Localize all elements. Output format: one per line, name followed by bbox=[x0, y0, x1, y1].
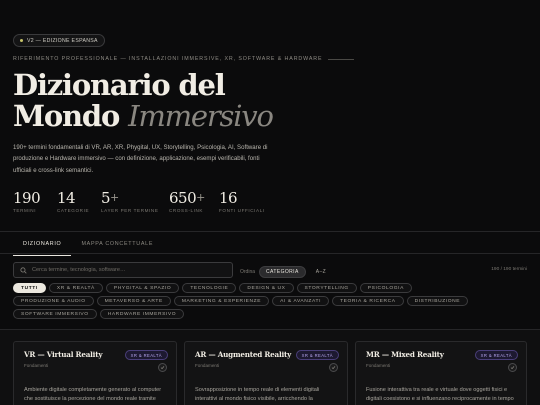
stat-layers: 5+ LAYER PER TERMINE bbox=[101, 190, 169, 213]
title-line-1: Dizionario del bbox=[13, 68, 226, 102]
sort-label: Ordina bbox=[240, 269, 256, 275]
page-title: Dizionario del Mondo Immersivo bbox=[13, 68, 274, 133]
sort-by-category-button[interactable]: CATEGORIA bbox=[259, 266, 306, 278]
stat-number: 16 bbox=[219, 189, 238, 207]
search-input[interactable] bbox=[32, 267, 222, 273]
chip-ai-avanzati[interactable]: AI & AVANZATI bbox=[272, 296, 330, 306]
term-definition: Fusione interattiva tra reale e virtuale… bbox=[366, 387, 514, 405]
chip-software-immersivo[interactable]: SOFTWARE IMMERSIVO bbox=[13, 309, 97, 319]
stat-sources: 16 FONTI UFFICIALI bbox=[219, 189, 265, 213]
search-icon bbox=[20, 266, 27, 274]
term-category: Fondamenti bbox=[195, 363, 220, 368]
chip-metaverso-arte[interactable]: METAVERSO & ARTE bbox=[96, 296, 171, 306]
stat-categories: 14 CATEGORIE bbox=[57, 190, 101, 213]
intro-text: 190+ termini fondamentali di VR, AR, XR,… bbox=[13, 144, 268, 174]
category-filter-chips: TUTTI XR & REALTÀ PHYGITAL & SPAZIO TECN… bbox=[13, 283, 483, 319]
chip-phygital-spazio[interactable]: PHYGITAL & SPAZIO bbox=[105, 283, 180, 293]
stat-terms: 190 TERMINI bbox=[13, 190, 57, 213]
term-category: Fondamenti bbox=[366, 363, 391, 368]
term-category: Fondamenti bbox=[24, 363, 49, 368]
stat-crosslinks: 650+ CROSS-LINK bbox=[169, 190, 219, 213]
term-tag: XR & REALTÀ bbox=[474, 350, 518, 360]
results-count: 190 / 190 termini bbox=[491, 267, 527, 272]
chip-storytelling[interactable]: STORYTELLING bbox=[296, 283, 357, 293]
check-icon[interactable] bbox=[158, 363, 167, 372]
chip-tecnologie[interactable]: TECNOLOGIE bbox=[182, 283, 237, 293]
subtitle-rule bbox=[328, 58, 355, 60]
chip-distribuzione[interactable]: DISTRIBUZIONE bbox=[406, 296, 469, 306]
chip-teoria-ricerca[interactable]: TEORIA & RICERCA bbox=[332, 296, 404, 306]
stat-label: TERMINI bbox=[13, 208, 37, 213]
check-icon[interactable] bbox=[329, 363, 338, 372]
chip-xr-realta[interactable]: XR & REALTÀ bbox=[48, 283, 103, 293]
status-dot-icon bbox=[20, 39, 23, 42]
sort-alphabetical-button[interactable]: A–Z bbox=[310, 267, 332, 277]
check-icon[interactable] bbox=[508, 363, 517, 372]
page-subtitle: RIFERIMENTO PROFESSIONALE — INSTALLAZION… bbox=[13, 56, 323, 62]
subtitle-row: RIFERIMENTO PROFESSIONALE — INSTALLAZION… bbox=[13, 56, 355, 62]
stat-label: CROSS-LINK bbox=[169, 208, 204, 213]
tabs-divider bbox=[0, 253, 540, 254]
term-tag: XR & REALTÀ bbox=[295, 350, 339, 360]
chip-tutti[interactable]: TUTTI bbox=[13, 283, 46, 293]
stat-plus: + bbox=[110, 191, 119, 204]
chip-design-ux[interactable]: DESIGN & UX bbox=[239, 283, 294, 293]
stat-plus: + bbox=[196, 191, 205, 204]
stat-label: CATEGORIE bbox=[57, 208, 90, 213]
title-line-2: Mondo bbox=[13, 99, 120, 133]
stat-label: LAYER PER TERMINE bbox=[101, 208, 159, 213]
edition-label: V2 — EDIZIONE ESPANSA bbox=[27, 37, 98, 44]
stat-label: FONTI UFFICIALI bbox=[219, 208, 265, 213]
chip-hardware-immersivo[interactable]: HARDWARE IMMERSIVO bbox=[99, 309, 185, 319]
chip-produzione-audio[interactable]: PRODUZIONE & AUDIO bbox=[13, 296, 94, 306]
section-divider bbox=[0, 231, 540, 232]
stats-row: 190 TERMINI 14 CATEGORIE 5+ LAYER PER TE… bbox=[13, 189, 265, 213]
edition-badge: V2 — EDIZIONE ESPANSA bbox=[13, 34, 105, 47]
sort-control: Ordina CATEGORIA A–Z bbox=[240, 266, 332, 278]
term-definition: Ambiente digitale completamente generato… bbox=[24, 387, 162, 405]
term-tag: XR & REALTÀ bbox=[124, 350, 168, 360]
stat-number: 650 bbox=[169, 189, 197, 207]
title-accent: Immersivo bbox=[128, 99, 274, 133]
chip-psicologia[interactable]: PSICOLOGIA bbox=[359, 283, 412, 293]
stat-number: 5 bbox=[101, 189, 111, 207]
term-card[interactable]: AR — Augmented Reality Fondamenti XR & R… bbox=[184, 341, 348, 405]
stat-number: 14 bbox=[57, 189, 76, 207]
term-card[interactable]: VR — Virtual Reality Fondamenti XR & REA… bbox=[13, 341, 177, 405]
term-card[interactable]: MR — Mixed Reality Fondamenti XR & REALT… bbox=[355, 341, 527, 405]
term-definition: Sovrapposizione in tempo reale di elemen… bbox=[195, 387, 320, 405]
stat-number: 190 bbox=[13, 189, 41, 207]
search-box bbox=[13, 262, 233, 278]
chip-marketing-esperienze[interactable]: MARKETING & ESPERIENZE bbox=[173, 296, 270, 306]
